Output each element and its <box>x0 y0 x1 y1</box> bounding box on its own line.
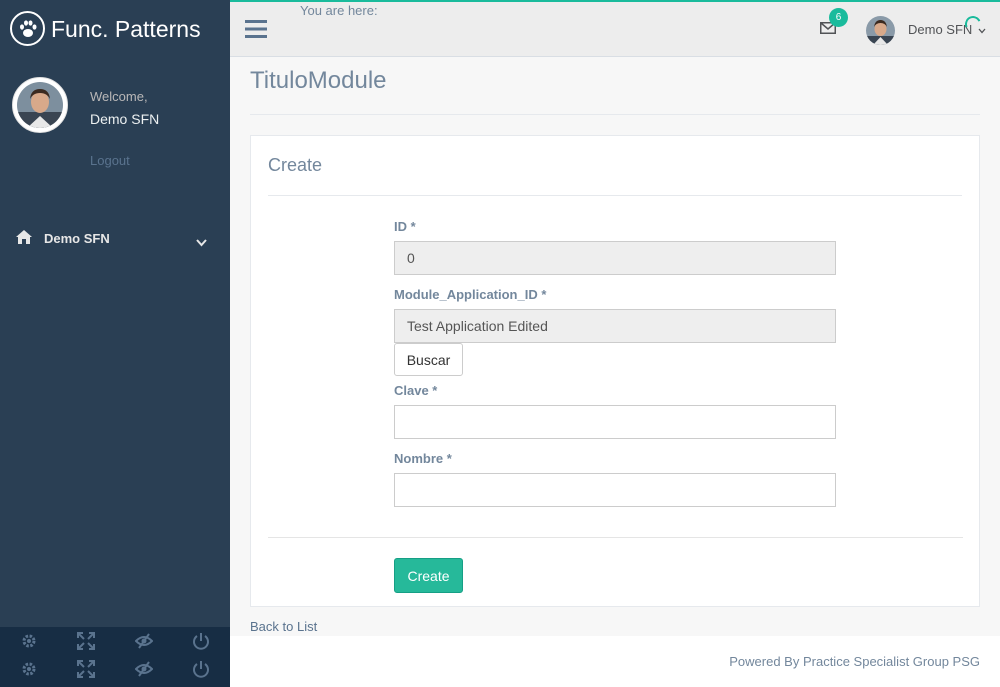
id-label: ID * <box>394 219 416 234</box>
nombre-label: Nombre * <box>394 451 452 466</box>
buscar-button[interactable]: Buscar <box>394 343 463 376</box>
sidebar-item-demo-sfn[interactable]: Demo SFN <box>0 226 230 250</box>
user-name: Demo SFN <box>908 22 973 37</box>
menu-toggle-icon[interactable] <box>245 19 267 44</box>
divider <box>250 114 980 115</box>
brand[interactable]: Func. Patterns <box>0 0 230 57</box>
create-panel: Create ID * 0 Module_Application_ID * Te… <box>250 135 980 607</box>
profile-avatar <box>12 77 68 133</box>
fullscreen-icon[interactable] <box>77 660 95 678</box>
welcome-text: Welcome, <box>90 89 148 104</box>
page-title: TituloModule <box>250 67 387 94</box>
module-application-id-field[interactable]: Test Application Edited <box>394 309 836 343</box>
sidebar: Func. Patterns Welcome, Demo SFN Logout … <box>0 0 230 687</box>
clave-label: Clave * <box>394 383 438 398</box>
power-icon[interactable] <box>192 660 210 678</box>
divider <box>268 195 962 196</box>
panel-title: Create <box>268 155 323 175</box>
paw-icon <box>10 11 45 46</box>
fullscreen-icon[interactable] <box>77 632 95 650</box>
module-application-id-label: Module_Application_ID * <box>394 287 547 302</box>
gear-icon[interactable] <box>20 660 38 678</box>
footer: Powered By Practice Specialist Group PSG <box>230 636 1000 687</box>
power-icon[interactable] <box>192 632 210 650</box>
gear-icon[interactable] <box>20 632 38 650</box>
chevron-down-icon <box>196 234 207 252</box>
nombre-field[interactable] <box>394 473 836 507</box>
create-button[interactable]: Create <box>394 558 463 593</box>
clave-field[interactable] <box>394 405 836 439</box>
breadcrumb: You are here: <box>300 3 378 18</box>
mail-count-badge: 6 <box>829 8 848 27</box>
id-field[interactable]: 0 <box>394 241 836 275</box>
divider <box>268 537 963 538</box>
logout-link[interactable]: Logout <box>90 153 130 168</box>
footer-text: Powered By Practice Specialist Group PSG <box>729 654 980 669</box>
top-navbar: You are here: 6 Demo SFN <box>230 0 1000 57</box>
eye-slash-icon[interactable] <box>134 632 154 650</box>
eye-slash-icon[interactable] <box>134 660 154 678</box>
profile-name: Demo SFN <box>90 111 160 127</box>
sidebar-item-label: Demo SFN <box>44 231 110 246</box>
sidebar-footer <box>0 627 230 687</box>
back-to-list-link[interactable]: Back to List <box>250 619 317 634</box>
user-avatar[interactable] <box>866 16 895 45</box>
home-icon <box>15 229 33 250</box>
brand-name: Func. Patterns <box>51 16 201 42</box>
